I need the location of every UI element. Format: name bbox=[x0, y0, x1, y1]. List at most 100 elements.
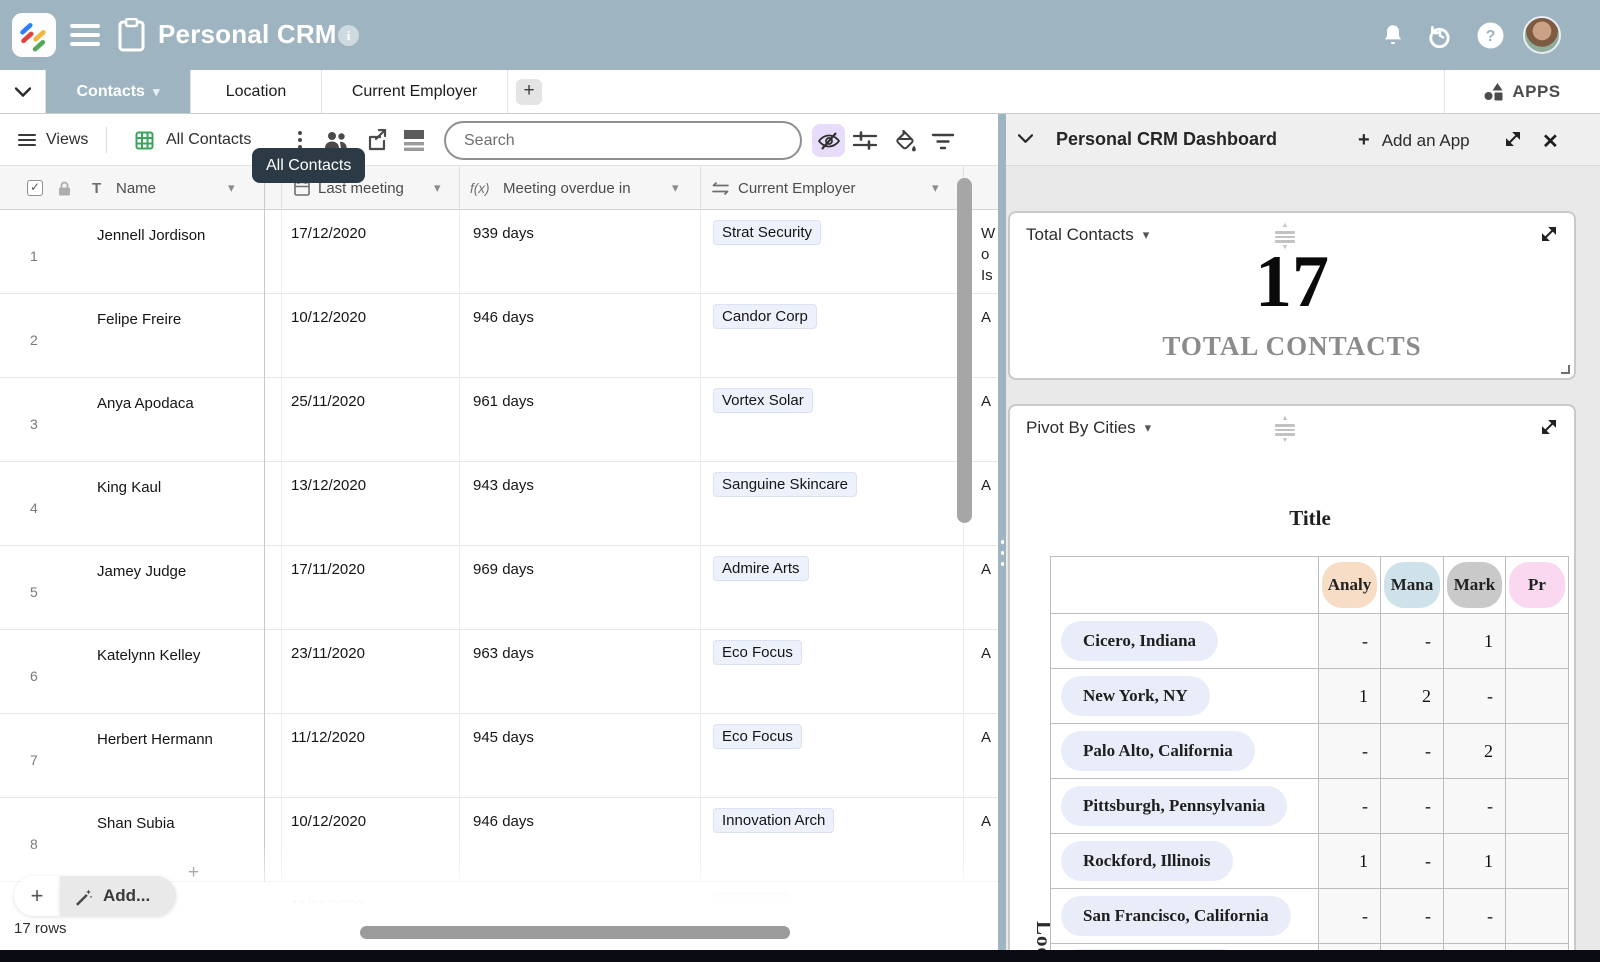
column-divider bbox=[264, 630, 265, 714]
select-all-checkbox[interactable]: ✓ bbox=[27, 180, 43, 196]
cell-name[interactable]: Anya Apodaca bbox=[97, 395, 194, 412]
pivot-row-label-cell: San Francisco, California bbox=[1050, 888, 1319, 944]
add-row-button[interactable]: + bbox=[14, 876, 60, 916]
cell-employer-chip[interactable]: Candor Corp bbox=[713, 304, 817, 329]
cell-employer-chip[interactable]: Admire Arts bbox=[713, 556, 809, 581]
cell-name[interactable]: Shan Subia bbox=[97, 815, 175, 832]
column-name-caret-icon[interactable]: ▾ bbox=[228, 166, 235, 210]
cell-last-meeting[interactable]: 23/11/2020 bbox=[291, 645, 365, 662]
cell-last-meeting[interactable]: 17/11/2020 bbox=[291, 561, 365, 578]
column-header-overdue[interactable]: Meeting overdue in bbox=[503, 166, 631, 210]
notifications-bell-icon[interactable] bbox=[1380, 22, 1406, 48]
column-last-meeting-caret-icon[interactable]: ▾ bbox=[434, 166, 441, 210]
cell-employer-chip[interactable]: Eco Focus bbox=[713, 640, 802, 665]
add-record-button[interactable]: Add... bbox=[60, 876, 177, 916]
table-row[interactable]: 3 Anya Apodaca 25/11/2020 961 days Vortex So… bbox=[0, 378, 998, 462]
pivot-row-label-cell: Rockford, Illinois bbox=[1050, 833, 1319, 889]
dashboard-close-icon[interactable]: ✕ bbox=[1542, 129, 1559, 154]
card-expand-icon[interactable] bbox=[1540, 418, 1558, 436]
dashboard-collapse-chevron-icon[interactable] bbox=[1018, 134, 1033, 143]
filter-icon[interactable] bbox=[930, 128, 956, 154]
cell-name[interactable]: Herbert Hermann bbox=[97, 731, 213, 748]
total-contacts-value: 17 bbox=[1255, 241, 1329, 323]
tab-location[interactable]: Location bbox=[191, 70, 322, 113]
views-button[interactable]: Views bbox=[18, 127, 88, 153]
card-drag-handle-icon[interactable]: ▲ ▼ bbox=[1272, 415, 1298, 444]
pivot-row: San Francisco, California - - - bbox=[1050, 888, 1569, 944]
cell-last-meeting[interactable]: 17/12/2020 bbox=[291, 225, 366, 242]
table-row[interactable]: 7 Herbert Hermann 11/12/2020 945 days Eco Fo… bbox=[0, 714, 998, 798]
text-field-type-icon: T bbox=[92, 179, 102, 197]
cell-name[interactable]: Felipe Freire bbox=[97, 311, 181, 328]
user-avatar[interactable] bbox=[1523, 16, 1561, 54]
cell-name[interactable]: Katelynn Kelley bbox=[97, 647, 200, 664]
cell-name[interactable]: King Kaul bbox=[97, 479, 161, 496]
card-expand-icon[interactable] bbox=[1540, 225, 1558, 243]
cell-overdue[interactable]: 946 days bbox=[473, 309, 534, 326]
tab-contacts[interactable]: Contacts ▾ bbox=[46, 70, 191, 113]
cell-overdue[interactable]: 961 days bbox=[473, 393, 534, 410]
dashboard-expand-icon[interactable] bbox=[1504, 130, 1522, 148]
cell-overdue[interactable]: 945 days bbox=[473, 729, 534, 746]
cell-employer-chip[interactable]: Vortex Solar bbox=[713, 388, 813, 413]
grid-vertical-scrollbar[interactable] bbox=[957, 178, 972, 523]
total-contacts-title-label: Total Contacts bbox=[1026, 225, 1134, 244]
cell-employer-chip[interactable]: Eco Focus bbox=[713, 724, 802, 749]
color-fill-icon[interactable] bbox=[892, 128, 918, 154]
history-icon[interactable] bbox=[1427, 22, 1453, 48]
help-icon[interactable]: ? bbox=[1477, 22, 1504, 49]
table-row[interactable]: 1 Jennell Jordison 17/12/2020 939 days Strat… bbox=[0, 210, 998, 294]
cell-last-meeting[interactable]: 11/12/2020 bbox=[291, 729, 365, 746]
table-row[interactable]: 4 King Kaul 13/12/2020 943 days Sanguine Ski… bbox=[0, 462, 998, 546]
main-menu-icon[interactable] bbox=[70, 24, 100, 46]
cell-overdue[interactable]: 969 days bbox=[473, 561, 534, 578]
row-height-settings-icon[interactable] bbox=[852, 128, 878, 154]
cell-employer-chip[interactable]: Innovation Arch bbox=[713, 808, 835, 833]
stackby-logo[interactable] bbox=[12, 13, 56, 57]
current-view-button[interactable]: All Contacts bbox=[135, 127, 251, 153]
cell-last-meeting[interactable]: 10/12/2020 bbox=[291, 813, 366, 830]
cell-last-meeting[interactable]: 10/12/2020 bbox=[291, 309, 366, 326]
pivot-row-label-cell: Cicero, Indiana bbox=[1050, 613, 1319, 669]
add-an-app-button[interactable]: + Add an App bbox=[1358, 129, 1470, 152]
column-header-employer[interactable]: Current Employer bbox=[738, 166, 856, 210]
table-row[interactable]: 6 Katelynn Kelley 23/11/2020 963 days Eco Fo… bbox=[0, 630, 998, 714]
add-table-button[interactable]: + bbox=[516, 79, 542, 105]
search-input[interactable] bbox=[464, 131, 764, 150]
table-list-chevron[interactable] bbox=[0, 70, 46, 113]
grid-horizontal-scrollbar[interactable] bbox=[360, 926, 790, 939]
dashboard-header: Personal CRM Dashboard + Add an App ✕ bbox=[1006, 114, 1600, 166]
table-row[interactable]: 2 Felipe Freire 10/12/2020 946 days Candor C… bbox=[0, 294, 998, 378]
share-view-icon[interactable] bbox=[364, 128, 388, 152]
card-resize-corner[interactable] bbox=[1561, 365, 1570, 374]
apps-button[interactable]: APPS bbox=[1444, 70, 1600, 113]
column-employer-caret-icon[interactable]: ▾ bbox=[932, 166, 939, 210]
row-card-icon[interactable] bbox=[402, 128, 426, 152]
base-title: Personal CRM bbox=[158, 19, 337, 49]
tab-current-employer-label: Current Employer bbox=[351, 82, 478, 100]
row-number: 4 bbox=[30, 500, 38, 516]
hide-fields-button[interactable] bbox=[812, 124, 845, 157]
cell-name[interactable]: Jamey Judge bbox=[97, 563, 186, 580]
svg-text:?: ? bbox=[1486, 28, 1496, 45]
tab-current-employer[interactable]: Current Employer bbox=[322, 70, 508, 113]
cell-overdue[interactable]: 943 days bbox=[473, 477, 534, 494]
table-row[interactable]: 5 Jamey Judge 17/11/2020 969 days Admire Art… bbox=[0, 546, 998, 630]
column-overdue-caret-icon[interactable]: ▾ bbox=[672, 166, 679, 210]
pivot-column-chip: Mark bbox=[1447, 562, 1502, 608]
cell-last-meeting[interactable]: 25/11/2020 bbox=[291, 393, 365, 410]
pivot-value-cell: - bbox=[1443, 668, 1506, 724]
panel-resize-handle[interactable] bbox=[998, 114, 1006, 950]
cell-last-meeting[interactable]: 13/12/2020 bbox=[291, 477, 366, 494]
column-header-name[interactable]: Name bbox=[116, 166, 156, 210]
grid-header-row: ✓ T Name ▾ Last meeting ▾ f(x) Meeting o… bbox=[0, 166, 998, 210]
cell-overdue[interactable]: 946 days bbox=[473, 813, 534, 830]
cell-name[interactable]: Jennell Jordison bbox=[97, 227, 205, 244]
cell-employer-chip[interactable]: Sanguine Skincare bbox=[713, 472, 857, 497]
cell-overdue[interactable]: 939 days bbox=[473, 225, 534, 242]
total-contacts-card-title[interactable]: Total Contacts ▾ bbox=[1026, 225, 1149, 245]
cell-employer-chip[interactable]: Strat Security bbox=[713, 220, 822, 245]
info-icon[interactable]: i bbox=[338, 25, 359, 46]
pivot-card-title[interactable]: Pivot By Cities ▾ bbox=[1026, 418, 1151, 438]
cell-overdue[interactable]: 963 days bbox=[473, 645, 534, 662]
